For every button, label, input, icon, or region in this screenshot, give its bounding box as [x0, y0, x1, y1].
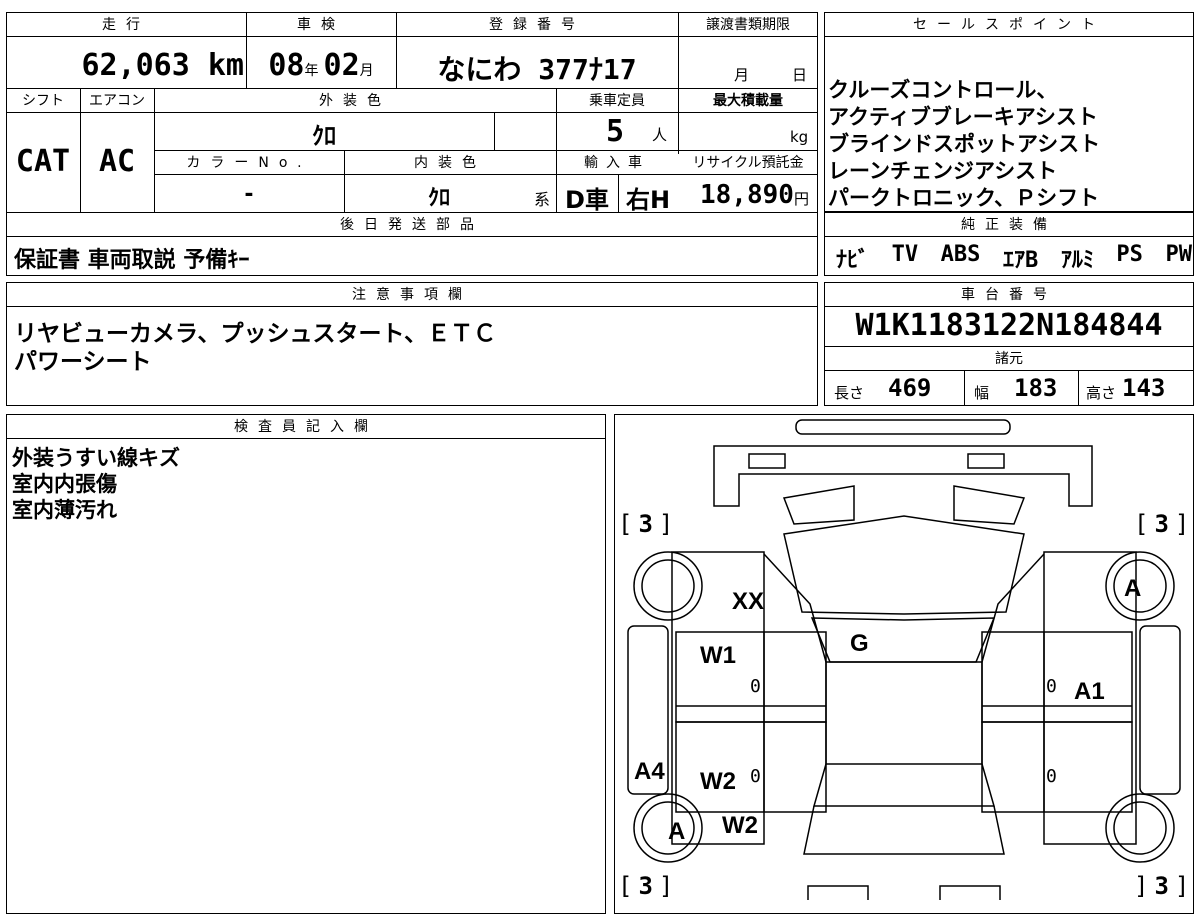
inspection-value: 08年 02月: [246, 48, 396, 83]
sales-point-line: レーンチェンジアシスト: [828, 159, 1058, 183]
damage-mark-w1: W1: [700, 642, 736, 669]
ac-value: AC: [98, 144, 136, 179]
max-load-label: 最大積載量: [713, 93, 783, 109]
sales-point-line: アクティブブレーキアシスト: [828, 105, 1098, 129]
damage-mark-a4: A4: [634, 758, 665, 785]
color-number-label: カラーNo.: [186, 155, 312, 171]
recycle-value: 18,890: [700, 180, 794, 210]
capacity-unit: 人: [652, 126, 668, 144]
damage-mark-w2: W2: [722, 812, 758, 839]
corner-value: 3: [1154, 872, 1169, 900]
corner-mark-bottom-right: ] 3]: [1134, 872, 1190, 900]
transfer-deadline-label: 譲渡書類期限: [706, 17, 790, 33]
corner-value: 3: [638, 510, 653, 538]
corner-mark-bottom-left: [3]: [618, 872, 674, 900]
zero-mark: 0: [1046, 676, 1057, 697]
later-parts-value: 保証書 車両取説 予備ｷｰ: [14, 248, 250, 273]
month-unit: 月: [359, 63, 374, 79]
corner-value: 3: [1154, 510, 1169, 538]
equipment-item: ABS: [940, 242, 981, 267]
int-color-suffix: 系: [534, 190, 551, 209]
ac-label: エアコン: [89, 93, 145, 109]
registration-number: なにわ 377ﾅ17: [437, 53, 637, 86]
genuine-equipment-label: 純正装備: [961, 217, 1057, 233]
height-label: 高さ: [1086, 384, 1117, 402]
inspection-year: 08: [268, 48, 305, 83]
damage-mark-xx: XX: [732, 588, 765, 615]
zero-mark: 0: [1046, 766, 1057, 787]
recycle-unit: 円: [794, 190, 810, 208]
import-label: 輸入車: [584, 155, 650, 171]
equipment-item: ｱﾙﾐ: [1060, 248, 1094, 273]
inspector-label: 検査員記入欄: [234, 419, 378, 435]
mileage-label: 走行: [102, 17, 150, 33]
inspector-line: 室内薄汚れ: [12, 498, 117, 522]
later-parts-label: 後日発送部品: [340, 217, 484, 233]
equipment-item: PS: [1116, 242, 1143, 267]
divider: [6, 36, 818, 37]
ext-color-value: ｸﾛ: [312, 122, 336, 150]
capacity-value: 5: [606, 114, 625, 149]
mileage-value: 62,063 km: [81, 48, 244, 83]
length-value: 469: [888, 374, 932, 402]
damage-mark-a1: A1: [1074, 678, 1105, 705]
shift-value: CAT: [15, 144, 71, 179]
equipment-item: PW: [1165, 242, 1193, 267]
width-value: 183: [1014, 374, 1058, 402]
sales-points-label: セールスポイント: [913, 17, 1105, 33]
max-load-unit: kg: [790, 128, 809, 146]
chassis-label: 車台番号: [961, 287, 1057, 303]
sales-point-line: ブラインドスポットアシスト: [828, 132, 1101, 156]
regno-label: 登録番号: [489, 17, 585, 33]
notes-label: 注意事項欄: [352, 287, 472, 303]
length-label: 長さ: [834, 384, 865, 402]
int-color-label: 内装色: [414, 155, 486, 171]
spec-label: 諸元: [995, 351, 1023, 367]
width-label: 幅: [974, 384, 990, 402]
damage-mark-a-rear-left: A: [668, 818, 686, 845]
inspection-label: 車検: [297, 17, 345, 33]
transfer-month: 月: [734, 66, 750, 84]
corner-value: 3: [638, 872, 653, 900]
year-unit: 年: [304, 63, 319, 79]
damage-mark-a-front-right: A: [1124, 575, 1142, 602]
sales-point-line: クルーズコントロール、: [828, 78, 1058, 102]
shift-label: シフト: [22, 93, 64, 109]
transfer-day: 日: [792, 66, 808, 84]
capacity-label: 乗車定員: [589, 93, 645, 109]
notes-line: パワーシート: [14, 349, 152, 375]
corner-mark-top-right: [3]: [1134, 510, 1190, 538]
import-type-value: D車: [565, 186, 609, 214]
zero-mark: 0: [750, 766, 761, 787]
equipment-item: ｴｱB: [1003, 248, 1039, 273]
chassis-number: W1K1183122N184844: [855, 308, 1163, 343]
damage-mark-w2: W2: [700, 768, 736, 795]
genuine-equipment-list: ﾅﾋﾞ TV ABS ｴｱB ｱﾙﾐ PS PW: [836, 242, 1192, 274]
corner-mark-top-left: [3]: [618, 510, 674, 538]
zero-mark: 0: [750, 676, 761, 697]
recycle-label: リサイクル預託金: [692, 155, 804, 171]
int-color-value: ｸﾛ: [427, 186, 450, 211]
handle-value: 右H: [625, 186, 671, 214]
sales-point-line: パークトロニック、Ｐシフト: [828, 186, 1100, 210]
height-value: 143: [1122, 374, 1166, 402]
color-number-value: -: [244, 182, 254, 207]
damage-mark-g: G: [850, 630, 869, 657]
equipment-item: ﾅﾋﾞ: [836, 248, 870, 273]
ext-color-label: 外装色: [319, 93, 391, 109]
inspection-month: 02: [323, 48, 360, 83]
equipment-item: TV: [891, 242, 919, 267]
